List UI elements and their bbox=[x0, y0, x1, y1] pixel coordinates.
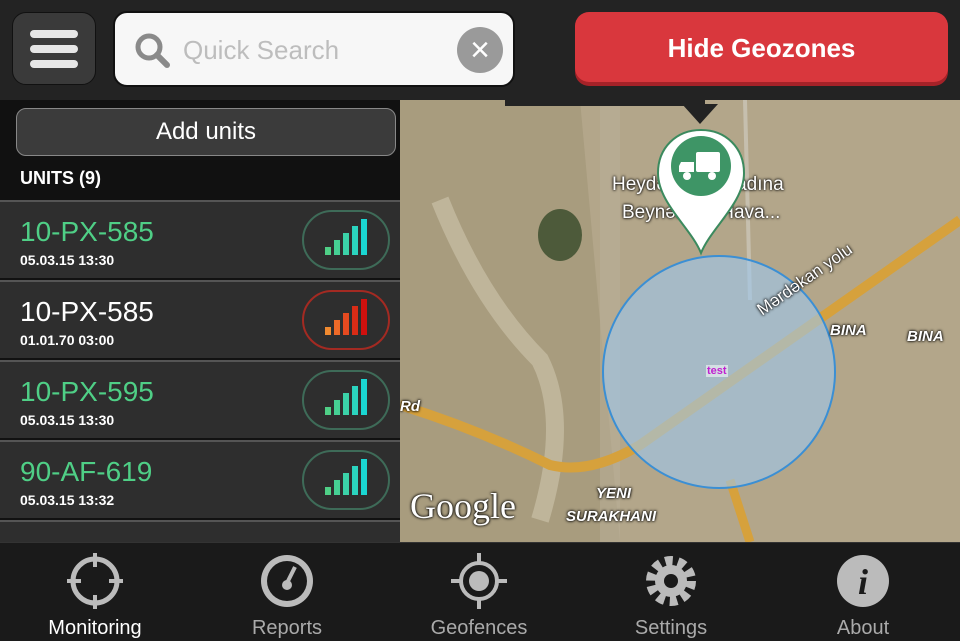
unit-name: 90-AF-619 bbox=[20, 456, 153, 487]
tab-label: About bbox=[836, 617, 890, 639]
units-panel: Add units UNITS (9) 10-PX-585 05.03.15 1… bbox=[0, 100, 400, 560]
menu-icon bbox=[30, 29, 78, 38]
tab-bar: Monitoring Reports Geofences Settings i About bbox=[0, 542, 960, 640]
geozone-label[interactable]: test bbox=[706, 365, 728, 377]
tab-label: Monitoring bbox=[48, 617, 142, 639]
unit-row[interactable]: 10-PX-585 01.01.70 03:00 bbox=[0, 280, 400, 358]
unit-last-update: 05.03.15 13:30 bbox=[20, 252, 115, 268]
units-title: UNITS (9) bbox=[20, 168, 101, 188]
clear-icon[interactable]: × bbox=[457, 27, 503, 73]
google-logo: Google bbox=[410, 486, 516, 526]
signal-icon[interactable] bbox=[302, 290, 390, 350]
unit-name: 10-PX-585 bbox=[20, 216, 154, 247]
info-icon: i bbox=[837, 555, 889, 607]
tab-label: Settings bbox=[634, 617, 708, 639]
tab-label: Reports bbox=[251, 617, 323, 639]
tab-about[interactable]: i About bbox=[768, 543, 958, 641]
geofence-target-icon bbox=[451, 553, 507, 609]
signal-icon[interactable] bbox=[302, 450, 390, 510]
menu-button[interactable] bbox=[12, 12, 96, 85]
search-icon bbox=[135, 33, 170, 68]
unit-pin[interactable] bbox=[656, 128, 746, 258]
signal-icon[interactable] bbox=[302, 370, 390, 430]
speedometer-icon bbox=[261, 555, 313, 607]
map-label: BINA bbox=[907, 328, 944, 345]
map-view[interactable]: Heydər Əliyev adına Beynəlxalq Hava... M… bbox=[400, 100, 960, 542]
signal-icon[interactable] bbox=[302, 210, 390, 270]
unit-row[interactable]: 10-PX-595 05.03.15 13:30 bbox=[0, 360, 400, 438]
search-placeholder: Quick Search bbox=[183, 35, 340, 65]
gear-icon bbox=[646, 556, 696, 606]
tab-reports[interactable]: Reports bbox=[192, 543, 382, 641]
unit-last-update: 05.03.15 13:30 bbox=[20, 412, 115, 428]
top-bar: Quick Search × Hide Geozones bbox=[0, 0, 960, 100]
add-units-button[interactable]: Add units bbox=[16, 108, 396, 156]
map-label: SURAKHANI bbox=[566, 508, 656, 525]
tab-label: Geofences bbox=[430, 617, 528, 639]
tab-geofences[interactable]: Geofences bbox=[384, 543, 574, 641]
unit-last-update: 05.03.15 13:32 bbox=[20, 492, 115, 508]
map-label: BINA bbox=[830, 322, 867, 339]
unit-name: 10-PX-585 bbox=[20, 296, 154, 327]
hide-geozones-button[interactable]: Hide Geozones bbox=[575, 12, 948, 82]
unit-last-update: 01.01.70 03:00 bbox=[20, 332, 115, 348]
popup-arrow bbox=[682, 104, 718, 124]
svg-text:i: i bbox=[858, 562, 868, 602]
map-label: Rd bbox=[400, 398, 420, 415]
map-label: YENI bbox=[596, 485, 632, 502]
unit-row[interactable]: 10-PX-585 05.03.15 13:30 bbox=[0, 200, 400, 278]
unit-row[interactable]: 90-AF-619 05.03.15 13:32 bbox=[0, 440, 400, 518]
crosshair-icon bbox=[67, 553, 123, 609]
search-input[interactable]: Quick Search × bbox=[113, 11, 515, 87]
unit-name: 10-PX-595 bbox=[20, 376, 154, 407]
tab-settings[interactable]: Settings bbox=[576, 543, 766, 641]
tab-monitoring[interactable]: Monitoring bbox=[0, 543, 190, 641]
